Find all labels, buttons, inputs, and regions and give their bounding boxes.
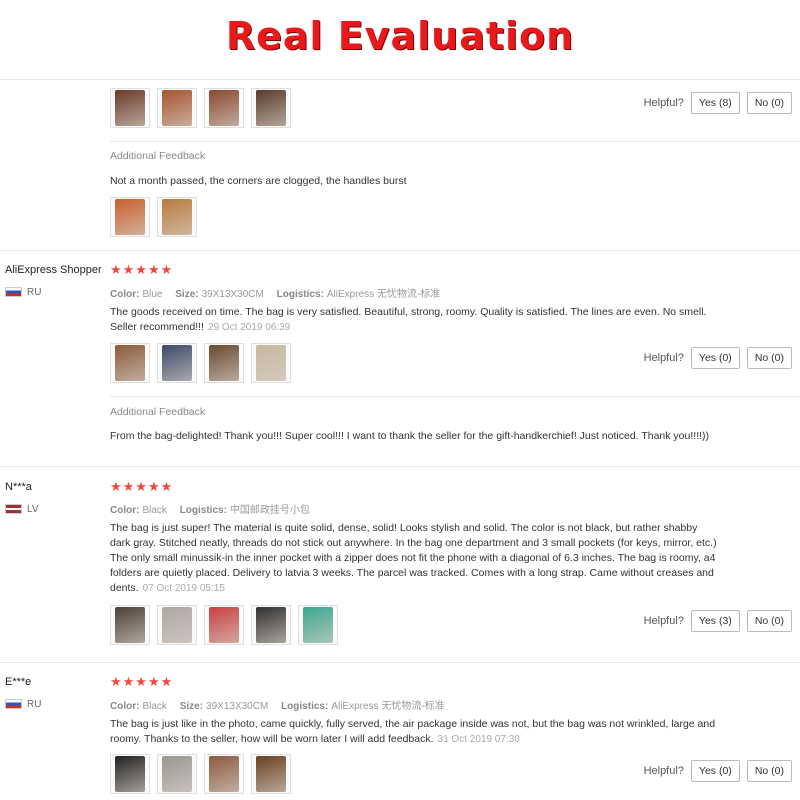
review-photo[interactable] [251,754,291,794]
logistics-value: AliExpress 无忧物流-标准 [326,289,441,300]
helpful-vote: Helpful? Yes (0) No (0) [644,347,792,369]
review-photo[interactable] [110,754,150,794]
logistics-value: 中国邮政挂号小包 [229,505,310,516]
size-value: 39X13X30CM [201,289,264,300]
review-date: 07 Oct 2019 05:15 [142,583,225,594]
color-label: Color: [110,505,140,516]
size-label: Size: [179,701,204,712]
divider [0,662,800,663]
additional-feedback-label: Additional Feedback [110,150,206,162]
color-label: Color: [110,289,140,300]
review-photos [110,754,291,794]
flag-icon [5,699,22,710]
country-code: RU [27,699,42,710]
review-photo[interactable] [157,343,197,383]
review-date: 29 Oct 2019 06:39 [207,322,291,333]
review-photo[interactable] [157,197,197,237]
yes-button[interactable]: Yes (8) [690,92,740,114]
review-photo[interactable] [204,343,244,383]
helpful-label: Helpful? [643,97,684,109]
color-label: Color: [110,701,140,712]
order-info: Color: Black Size: 39X13X30CM Logistics: Al… [110,697,445,712]
logistics-value: AliExpress 无忧物流-标准 [331,701,445,712]
divider [0,466,800,467]
size-label: Size: [175,289,199,300]
helpful-label: Helpful? [643,352,684,364]
reviewer-name: AliExpress Shopper [5,264,102,276]
review-body: The goods received on time. The bag is v… [110,306,707,333]
reviewer-country: RU [5,698,41,710]
review-photo[interactable] [251,605,291,645]
flag-icon [5,287,22,298]
additional-feedback-text: From the bag-delighted! Thank you!!! Sup… [110,430,710,442]
country-code: RU [27,287,42,298]
review-photo[interactable] [157,88,197,128]
review-text: The goods received on time. The bag is v… [110,305,720,335]
review-photo[interactable] [298,605,338,645]
star-rating: ★★★★★ [110,262,174,277]
review-photo[interactable] [157,605,197,645]
review-photo[interactable] [251,343,291,383]
flag-icon [5,504,22,515]
review-photos [110,605,338,645]
reviewer-name: N***a [5,481,32,493]
color-value: Black [142,505,167,516]
divider [110,141,800,142]
color-value: Blue [142,289,163,300]
order-info: Color: Black Logistics: 中国邮政挂号小包 [110,501,310,516]
reviewer-country: LV [5,503,39,515]
star-rating: ★★★★★ [110,674,174,689]
banner-title: Real Evaluation [225,14,575,58]
helpful-vote: Helpful? Yes (3) No (0) [644,610,792,632]
color-value: Black [142,701,167,712]
review-photo[interactable] [204,605,244,645]
additional-feedback-text: Not a month passed, the corners are clog… [110,175,407,187]
divider [110,396,800,397]
yes-button[interactable]: Yes (0) [690,760,740,782]
review-photo[interactable] [110,343,150,383]
review-body: The bag is just like in the photo, came … [110,718,716,745]
helpful-vote: Helpful? Yes (8) No (0) [644,92,792,114]
yes-button[interactable]: Yes (0) [690,347,740,369]
country-code: LV [27,504,39,515]
divider [0,79,800,80]
review-date: 31 Oct 2019 07:30 [437,734,520,745]
review-text: The bag is just like in the photo, came … [110,717,720,747]
review-photo[interactable] [157,754,197,794]
review-photo[interactable] [110,88,150,128]
divider [0,250,800,251]
star-rating: ★★★★★ [110,479,174,494]
size-value: 39X13X30CM [206,701,269,712]
review-photos [110,343,291,383]
reviewer-name: E***e [5,676,32,688]
no-button[interactable]: No (0) [746,760,792,782]
review-photo[interactable] [204,88,244,128]
additional-photos [110,197,197,237]
helpful-label: Helpful? [643,615,684,627]
logistics-label: Logistics: [276,289,324,300]
no-button[interactable]: No (0) [746,610,792,632]
helpful-vote: Helpful? Yes (0) No (0) [644,760,792,782]
additional-feedback-label: Additional Feedback [110,406,206,418]
review-photo[interactable] [110,197,150,237]
review-text: The bag is just super! The material is q… [110,521,720,596]
helpful-label: Helpful? [643,765,684,777]
review-photo[interactable] [204,754,244,794]
reviewer-country: RU [5,286,41,298]
yes-button[interactable]: Yes (3) [690,610,740,632]
no-button[interactable]: No (0) [746,347,792,369]
review-photos [110,88,291,128]
logistics-label: Logistics: [281,701,329,712]
no-button[interactable]: No (0) [746,92,792,114]
review-photo[interactable] [110,605,150,645]
order-info: Color: Blue Size: 39X13X30CM Logistics: Ali… [110,285,440,300]
review-photo[interactable] [251,88,291,128]
logistics-label: Logistics: [179,505,227,516]
